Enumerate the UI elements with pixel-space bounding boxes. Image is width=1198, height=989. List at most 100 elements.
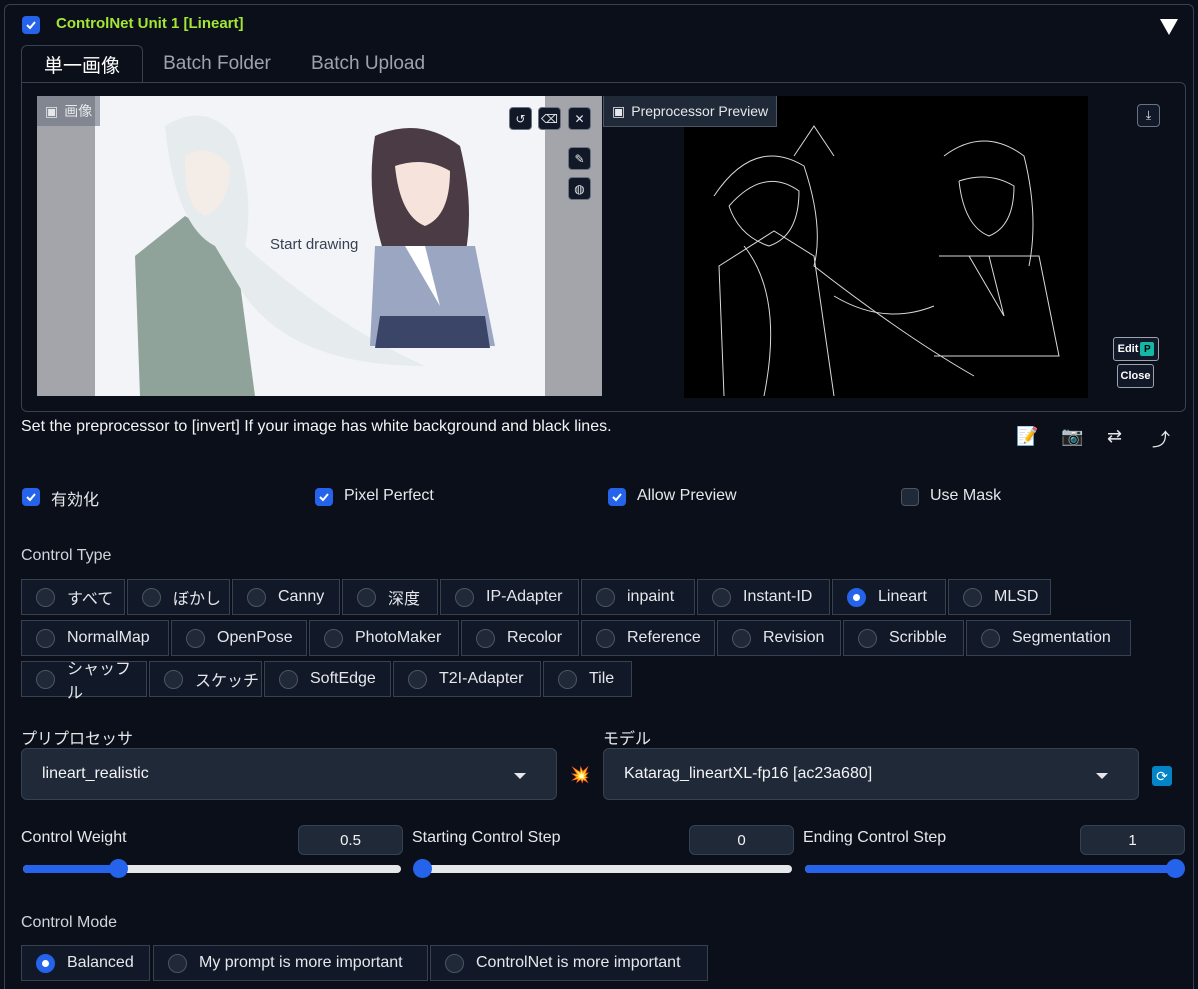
enable-checkbox[interactable]: [22, 488, 40, 506]
control-type-scribble[interactable]: Scribble: [843, 620, 964, 656]
eraser-icon[interactable]: ⌫: [538, 107, 561, 130]
unit-enable-checkbox[interactable]: [22, 16, 40, 34]
run-preprocessor-icon[interactable]: 💥: [570, 765, 590, 785]
radio-label: Instant-ID: [743, 588, 813, 605]
swap-icon[interactable]: ⇄: [1107, 426, 1122, 447]
radio-dot: [596, 587, 615, 607]
control-type-canny[interactable]: Canny: [232, 579, 340, 615]
radio-dot-selected: [847, 587, 866, 607]
hint-text: Set the preprocessor to [invert] If your…: [21, 418, 612, 435]
send-dimensions-icon[interactable]: ⤴: [1152, 426, 1170, 452]
ending-step-input[interactable]: 1: [1080, 825, 1185, 855]
control-weight-input[interactable]: 0.5: [298, 825, 403, 855]
control-type-mlsd[interactable]: MLSD: [948, 579, 1051, 615]
use-mask-label: Use Mask: [930, 487, 1002, 504]
control-type-t2i-adapter[interactable]: T2I-Adapter: [393, 661, 541, 697]
control-type-label: Control Type: [21, 547, 112, 564]
control-type-shuffle[interactable]: シャッフル: [21, 661, 147, 702]
radio-dot: [247, 587, 266, 607]
preprocessor-value: lineart_realistic: [42, 765, 149, 782]
check-icon: [26, 493, 36, 502]
control-mode-controlnet[interactable]: ControlNet is more important: [430, 945, 708, 981]
radio-label: すべて: [67, 591, 114, 608]
control-mode-prompt[interactable]: My prompt is more important: [153, 945, 428, 981]
control-type-tile[interactable]: Tile: [543, 661, 632, 697]
control-type-revision[interactable]: Revision: [717, 620, 841, 656]
radio-dot: [186, 628, 205, 648]
radio-label: Recolor: [507, 629, 563, 646]
notepad-icon[interactable]: 📝: [1016, 426, 1038, 447]
palette-icon[interactable]: ◍: [568, 177, 591, 200]
control-type-inpaint[interactable]: inpaint: [581, 579, 695, 615]
control-type-sketch[interactable]: スケッチ: [149, 661, 262, 697]
tab-batch-upload[interactable]: Batch Upload: [298, 45, 438, 83]
control-type-softedge[interactable]: SoftEdge: [264, 661, 391, 697]
radio-label: inpaint: [627, 588, 675, 605]
download-icon[interactable]: ⤓: [1137, 104, 1160, 127]
edit-label: Edit: [1117, 343, 1139, 355]
unit-title: ControlNet Unit 1 [Lineart]: [56, 15, 244, 32]
control-type-instant-id[interactable]: Instant-ID: [697, 579, 830, 615]
preview-label-text: Preprocessor Preview: [631, 103, 769, 119]
radio-label: Lineart: [878, 588, 927, 605]
chevron-down-icon: [514, 773, 526, 779]
drawing-canvas[interactable]: Start drawing: [95, 96, 545, 396]
slider-thumb[interactable]: [413, 859, 432, 878]
collapse-triangle-icon[interactable]: [1160, 19, 1178, 35]
control-type-reference[interactable]: Reference: [581, 620, 715, 656]
pixel-perfect-label: Pixel Perfect: [344, 487, 434, 504]
radio-dot: [324, 628, 343, 648]
control-type-segmentation[interactable]: Segmentation: [966, 620, 1131, 656]
allow-preview-checkbox[interactable]: [608, 488, 626, 506]
radio-dot: [357, 587, 376, 607]
refresh-icon[interactable]: ⟳: [1152, 766, 1172, 786]
starting-step-slider[interactable]: [413, 859, 792, 878]
control-type-openpose[interactable]: OpenPose: [171, 620, 307, 656]
slider-thumb[interactable]: [108, 859, 128, 878]
radio-dot: [142, 587, 161, 607]
preprocessor-dropdown[interactable]: lineart_realistic: [21, 748, 557, 800]
control-type-lineart[interactable]: Lineart: [832, 579, 946, 615]
control-weight-slider[interactable]: [23, 859, 401, 878]
radio-label: Balanced: [67, 954, 134, 971]
radio-dot: [279, 669, 298, 689]
control-type-blur[interactable]: ぼかし: [127, 579, 230, 615]
edit-button[interactable]: Edit P: [1113, 337, 1159, 361]
control-type-recolor[interactable]: Recolor: [461, 620, 579, 656]
control-mode-balanced[interactable]: Balanced: [21, 945, 150, 981]
ending-step-slider[interactable]: [805, 859, 1185, 878]
control-type-all[interactable]: すべて: [21, 579, 125, 615]
enable-label: 有効化: [51, 492, 100, 509]
radio-label: シャッフル: [67, 661, 132, 702]
radio-label: MLSD: [994, 588, 1039, 605]
radio-dot: [168, 953, 187, 973]
radio-dot: [408, 669, 427, 689]
slider-fill: [805, 865, 1175, 873]
model-dropdown[interactable]: Katarag_lineartXL-fp16 [ac23a680]: [603, 748, 1139, 800]
radio-label: OpenPose: [217, 629, 293, 646]
use-mask-checkbox[interactable]: [901, 488, 919, 506]
undo-icon[interactable]: ↺: [509, 107, 532, 130]
pixel-perfect-checkbox[interactable]: [315, 488, 333, 506]
radio-label: Revision: [763, 629, 825, 646]
close-button[interactable]: Close: [1117, 364, 1154, 388]
tab-single-image[interactable]: 単一画像: [21, 45, 143, 83]
close-icon[interactable]: ✕: [568, 107, 591, 130]
starting-step-input[interactable]: 0: [689, 825, 794, 855]
slider-thumb[interactable]: [1166, 859, 1185, 878]
radio-label: T2I-Adapter: [439, 670, 524, 687]
radio-dot: [445, 953, 464, 973]
lineart-preview: [713, 125, 1060, 397]
control-type-normalmap[interactable]: NormalMap: [21, 620, 169, 656]
tab-batch-folder[interactable]: Batch Folder: [150, 45, 284, 83]
model-value: Katarag_lineartXL-fp16 [ac23a680]: [624, 765, 873, 782]
control-type-photomaker[interactable]: PhotoMaker: [309, 620, 459, 656]
image-icon: ▣: [612, 102, 626, 119]
camera-icon[interactable]: 📷: [1061, 426, 1083, 447]
control-type-ip-adapter[interactable]: IP-Adapter: [440, 579, 579, 615]
radio-dot: [558, 669, 577, 689]
brush-icon[interactable]: ✎: [568, 147, 591, 170]
radio-label: Canny: [278, 588, 325, 605]
control-type-depth[interactable]: 深度: [342, 579, 438, 615]
image-input-area[interactable]: Start drawing: [37, 96, 602, 396]
